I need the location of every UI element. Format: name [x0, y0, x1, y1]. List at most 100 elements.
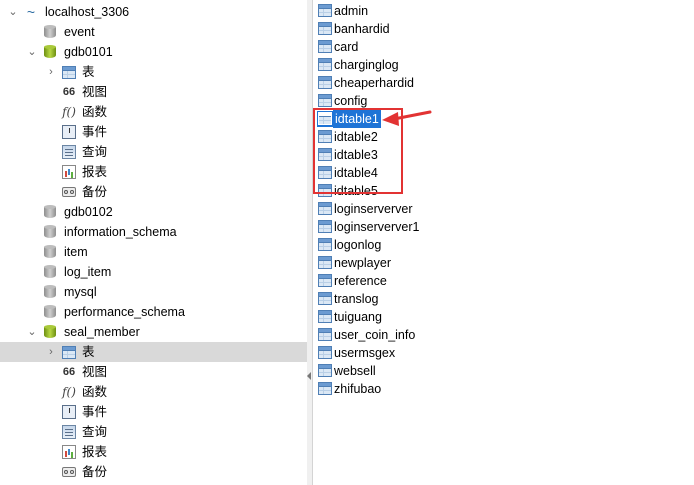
database-label: gdb0102 [64, 205, 113, 219]
database-label: event [64, 25, 95, 39]
event-icon [62, 125, 76, 139]
chevron-right-icon[interactable]: › [44, 62, 58, 82]
view-icon: 66 [62, 86, 76, 98]
tree-node-backups[interactable]: 备份 [0, 182, 307, 202]
tree-child-label: 查询 [82, 425, 108, 439]
tree-node-database[interactable]: ⌄ seal_member [0, 322, 307, 342]
backup-icon [62, 187, 76, 197]
tree-node-reports[interactable]: 报表 [0, 442, 307, 462]
table-icon [318, 310, 332, 323]
table-icon [318, 274, 332, 287]
database-label: item [64, 245, 88, 259]
tree-child-label: 函数 [82, 105, 108, 119]
table-icon [62, 346, 76, 359]
tree-node-events[interactable]: 事件 [0, 122, 307, 142]
table-icon [318, 220, 332, 233]
query-icon [62, 425, 76, 439]
tree-node-database[interactable]: log_item [0, 262, 307, 282]
table-name: reference [334, 274, 387, 288]
database-icon [44, 305, 56, 320]
tree-node-events[interactable]: 事件 [0, 402, 307, 422]
tree-node-database[interactable]: performance_schema [0, 302, 307, 322]
table-name: user_coin_info [334, 328, 416, 342]
database-icon [44, 225, 56, 240]
table-icon [318, 130, 332, 143]
tree-child-label: 事件 [82, 125, 108, 139]
table-icon [318, 148, 332, 161]
chevron-down-icon[interactable]: ⌄ [25, 322, 39, 342]
tree-child-label: 表 [82, 65, 95, 79]
database-label: gdb0101 [64, 45, 113, 59]
table-name: tuiguang [334, 310, 382, 324]
function-icon: f() [62, 105, 76, 119]
table-name: idtable5 [334, 184, 378, 198]
report-icon [62, 445, 76, 459]
database-label: information_schema [64, 225, 177, 239]
chevron-down-icon[interactable]: ⌄ [6, 2, 20, 22]
database-icon [44, 285, 56, 300]
table-name: logonlog [334, 238, 382, 252]
table-name: zhifubao [334, 382, 382, 396]
table-icon [318, 22, 332, 35]
table-name: idtable1 [333, 110, 381, 128]
tree-node-queries[interactable]: 查询 [0, 422, 307, 442]
event-icon [62, 405, 76, 419]
database-label: seal_member [64, 325, 140, 339]
tree-child-label: 视图 [82, 365, 108, 379]
tree-node-tables[interactable]: › 表 [0, 62, 307, 82]
table-name: usermsgex [334, 346, 396, 360]
table-name: websell [334, 364, 376, 378]
tree-child-label: 报表 [82, 165, 108, 179]
tree-node-database[interactable]: gdb0102 [0, 202, 307, 222]
tree-node-tables-selected[interactable]: › 表 [0, 342, 307, 362]
tree-node-functions[interactable]: f() 函数 [0, 382, 307, 402]
table-name: admin [334, 4, 369, 18]
table-name: cheaperhardid [334, 76, 414, 90]
tree-node-database[interactable]: event [0, 22, 307, 42]
tree-node-views[interactable]: 66 视图 [0, 362, 307, 382]
table-icon [62, 66, 76, 79]
tree-child-label: 报表 [82, 445, 108, 459]
table-name: idtable4 [334, 166, 378, 180]
function-icon: f() [62, 385, 76, 399]
table-name: loginserverver1 [334, 220, 420, 234]
database-icon [44, 25, 56, 40]
table-name: loginserverver [334, 202, 413, 216]
table-icon [318, 328, 332, 341]
table-list-pane[interactable]: admin banhardid card charginglog cheaperhard… [313, 0, 694, 485]
splitter-grip-icon[interactable] [307, 372, 311, 380]
tree-node-queries[interactable]: 查询 [0, 142, 307, 162]
table-name: idtable2 [334, 130, 378, 144]
table-icon [318, 58, 332, 71]
chevron-down-icon[interactable]: ⌄ [25, 42, 39, 62]
table-icon [318, 346, 332, 359]
tree-node-functions[interactable]: f() 函数 [0, 102, 307, 122]
table-icon [318, 94, 332, 107]
tree-node-database[interactable]: ⌄ gdb0101 [0, 42, 307, 62]
table-name: banhardid [334, 22, 390, 36]
database-icon [44, 45, 56, 60]
tree-child-label: 视图 [82, 85, 108, 99]
tree-node-connection[interactable]: ⌄ ~ localhost_3306 [0, 2, 307, 22]
tree-child-label: 事件 [82, 405, 108, 419]
table-name: config [334, 94, 368, 108]
tree-child-label: 查询 [82, 145, 108, 159]
object-tree-pane[interactable]: ⌄ ~ localhost_3306 event ⌄ gdb0101 › 表 6… [0, 0, 308, 485]
tree-node-database[interactable]: item [0, 242, 307, 262]
database-label: performance_schema [64, 305, 185, 319]
dolphin-icon: ~ [26, 4, 36, 20]
tree-node-views[interactable]: 66 视图 [0, 82, 307, 102]
tree-node-database[interactable]: mysql [0, 282, 307, 302]
database-label: log_item [64, 265, 112, 279]
database-icon [44, 265, 56, 280]
table-icon [318, 184, 332, 197]
database-label: mysql [64, 285, 97, 299]
table-icon [318, 238, 332, 251]
tree-node-backups[interactable]: 备份 [0, 462, 307, 482]
table-name: newplayer [334, 256, 391, 270]
tree-node-database[interactable]: information_schema [0, 222, 307, 242]
table-icon [318, 4, 332, 17]
chevron-right-icon[interactable]: › [44, 342, 58, 362]
table-icon [318, 256, 332, 269]
tree-node-reports[interactable]: 报表 [0, 162, 307, 182]
